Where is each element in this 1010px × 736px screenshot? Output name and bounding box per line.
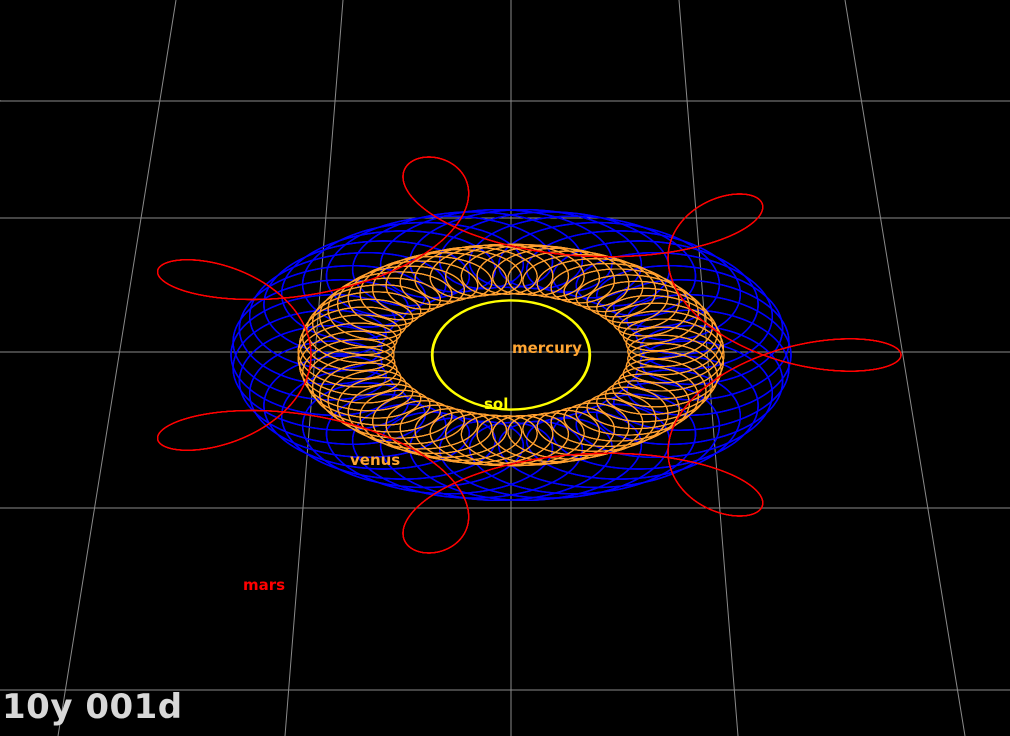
venus-label[interactable]: venus — [350, 451, 400, 469]
grid-line — [844, 0, 966, 736]
solar-system-viewport[interactable]: mercury sol venus mars — [0, 0, 1010, 736]
mars-label[interactable]: mars — [243, 576, 285, 594]
grid-line — [57, 0, 177, 736]
mercury-label[interactable]: mercury — [512, 339, 582, 357]
simulation-time-readout: 10y 001d — [2, 687, 183, 727]
sol-label[interactable]: sol — [484, 395, 508, 413]
grid-line — [284, 0, 344, 736]
ground-grid — [0, 0, 1010, 736]
